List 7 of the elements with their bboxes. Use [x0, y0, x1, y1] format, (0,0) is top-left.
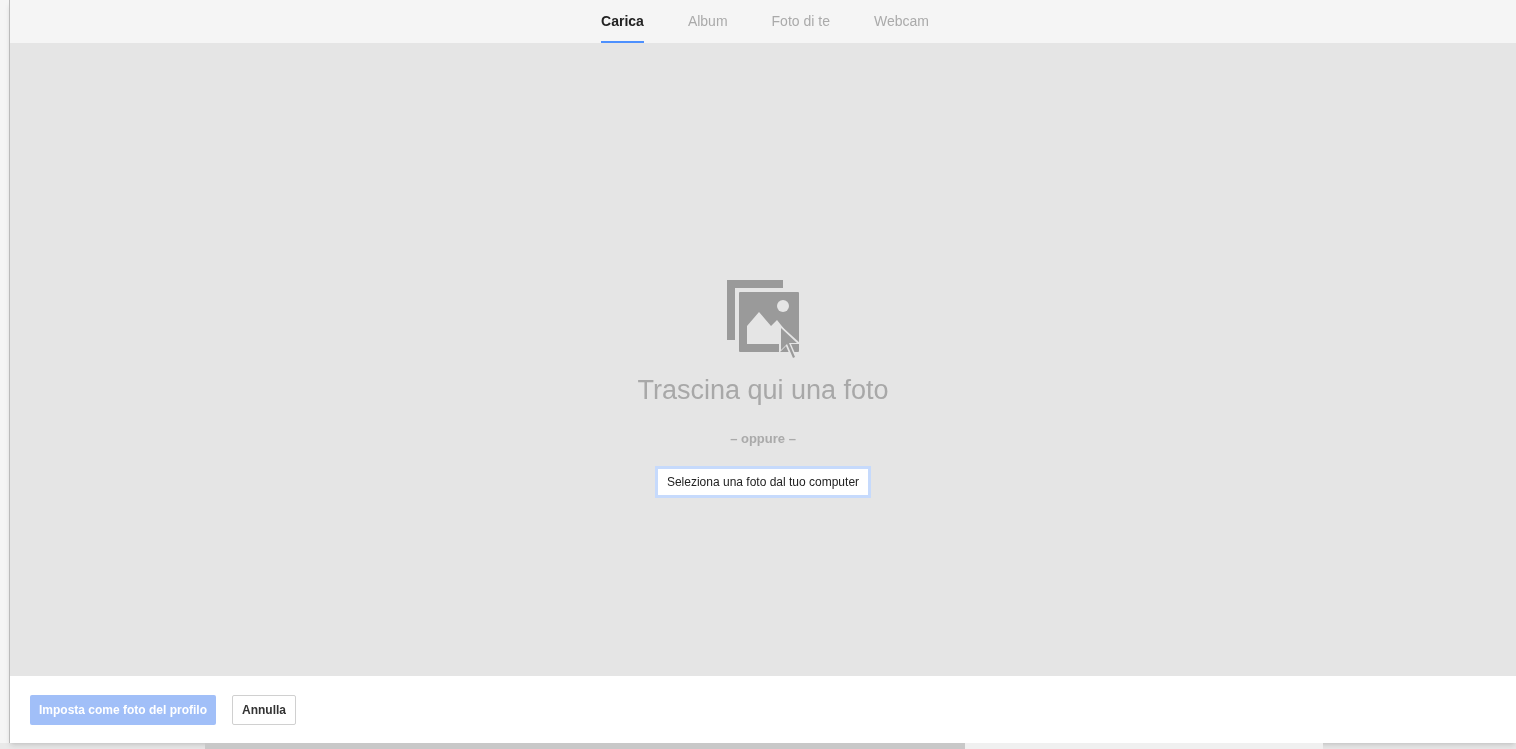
tab[interactable]: Webcam [873, 0, 929, 43]
select-photo-button[interactable]: Seleziona una foto dal tuo computer [654, 466, 872, 498]
drop-title: Trascina qui una foto [637, 374, 889, 407]
tab[interactable]: Foto di te [771, 0, 830, 43]
separator-text: – oppure – [730, 429, 796, 448]
tab[interactable]: Album [687, 0, 728, 43]
cancel-button[interactable]: Annulla [232, 694, 296, 725]
